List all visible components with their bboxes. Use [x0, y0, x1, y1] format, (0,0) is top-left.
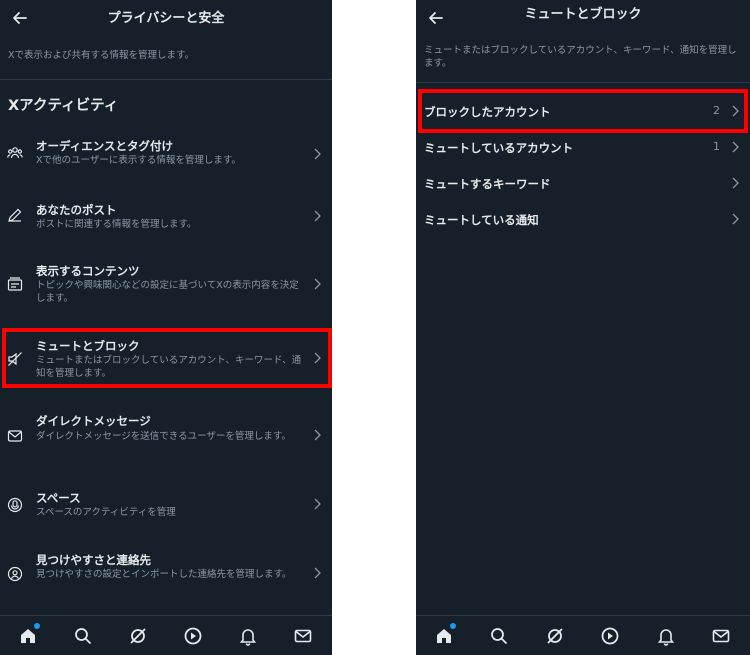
item-title: ミュートとブロック [36, 339, 140, 353]
page-title: プライバシーと安全 [107, 11, 225, 26]
home-icon[interactable] [434, 623, 456, 646]
home-icon[interactable] [18, 623, 40, 646]
bottom-tab-bar [416, 615, 750, 655]
chevron-right-icon [312, 429, 322, 441]
settings-item-spaces[interactable]: スペース スペースのアクティビティを管理 [0, 482, 332, 530]
item-subtitle: Xで他のユーザーに表示する情報を管理します。 [36, 155, 241, 166]
row-title: ブロックしたアカウント [424, 105, 551, 119]
chevron-right-icon [730, 105, 740, 117]
divider [416, 82, 750, 83]
chevron-right-icon [730, 213, 740, 225]
discover-icon [7, 566, 23, 582]
mute-block-screen: ミュートとブロック ミュートまたはブロックしているアカウント、キーワード、通知を… [416, 0, 750, 655]
privacy-safety-screen: プライバシーと安全 Xで表示および共有する情報を管理します。 Xアクティビティ … [0, 0, 332, 655]
divider [0, 79, 332, 80]
header: ミュートとブロック [416, 0, 750, 36]
notification-dot [450, 623, 456, 629]
bell-icon[interactable] [238, 626, 258, 646]
people-icon [7, 145, 23, 161]
grok-icon[interactable] [545, 626, 565, 646]
item-subtitle: ダイレクトメッセージを送信できるユーザーを管理します。 [36, 431, 291, 442]
mail-icon [7, 428, 23, 444]
settings-item-discoverability[interactable]: 見つけやすさと連絡先 見つけやすさの設定とインポートした連絡先を管理します。 [0, 544, 332, 600]
muted-accounts-row[interactable]: ミュートしているアカウント 1 [416, 132, 750, 162]
chevron-right-icon [312, 148, 322, 160]
muted-notifications-row[interactable]: ミュートしている通知 [416, 204, 750, 234]
play-icon[interactable] [600, 626, 620, 646]
row-title: ミュートしている通知 [424, 213, 539, 227]
chevron-right-icon [730, 177, 740, 189]
blocked-accounts-row[interactable]: ブロックしたアカウント 2 [416, 96, 750, 126]
chevron-right-icon [312, 210, 322, 222]
grok-icon[interactable] [128, 626, 148, 646]
muted-keywords-row[interactable]: ミュートするキーワード [416, 168, 750, 198]
item-title: スペース [36, 491, 81, 505]
mail-icon[interactable] [711, 626, 731, 646]
settings-item-your-posts[interactable]: あなたのポスト ポストに関連する情報を管理します。 [0, 194, 332, 244]
item-subtitle: トピックや興味関心などの設定に基づいてXの表示内容を決定します。 [36, 280, 299, 304]
content-icon [7, 276, 23, 292]
chevron-right-icon [312, 567, 322, 579]
header: プライバシーと安全 [0, 0, 332, 36]
mail-icon[interactable] [293, 626, 313, 646]
item-title: オーディエンスとタグ付け [36, 139, 173, 153]
chevron-right-icon [730, 141, 740, 153]
chevron-right-icon [312, 352, 322, 364]
bottom-tab-bar [0, 615, 332, 655]
item-subtitle: ポストに関連する情報を管理します。 [36, 219, 197, 230]
mute-icon [7, 351, 23, 367]
chevron-right-icon [312, 278, 322, 290]
search-icon[interactable] [73, 626, 93, 646]
item-title: 表示するコンテンツ [36, 264, 140, 278]
item-subtitle: ミュートまたはブロックしているアカウント、キーワード、通知を管理します。 [36, 355, 302, 379]
page-description: Xで表示および共有する情報を管理します。 [8, 50, 195, 61]
chevron-right-icon [312, 498, 322, 510]
settings-item-mute-block[interactable]: ミュートとブロック ミュートまたはブロックしているアカウント、キーワード、通知を… [0, 330, 332, 386]
page-title: ミュートとブロック [524, 7, 642, 22]
item-title: あなたのポスト [36, 203, 117, 217]
page-description: ミュートまたはブロックしているアカウント、キーワード、通知を管理します。 [424, 45, 737, 69]
item-subtitle: 見つけやすさの設定とインポートした連絡先を管理します。 [36, 569, 292, 580]
row-count: 2 [713, 104, 720, 117]
section-title: Xアクティビティ [8, 98, 119, 114]
item-subtitle: スペースのアクティビティを管理 [36, 507, 176, 518]
item-title: ダイレクトメッセージ [36, 414, 151, 428]
item-title: 見つけやすさと連絡先 [36, 553, 151, 567]
settings-item-direct-messages[interactable]: ダイレクトメッセージ ダイレクトメッセージを送信できるユーザーを管理します。 [0, 406, 332, 462]
play-icon[interactable] [183, 626, 203, 646]
pencil-icon [7, 207, 23, 223]
spaces-icon [7, 497, 23, 513]
notification-dot [34, 623, 40, 629]
search-icon[interactable] [489, 626, 509, 646]
row-title: ミュートしているアカウント [424, 141, 574, 155]
settings-item-content-you-see[interactable]: 表示するコンテンツ トピックや興味関心などの設定に基づいてXの表示内容を決定しま… [0, 256, 332, 316]
settings-item-audience-tagging[interactable]: オーディエンスとタグ付け Xで他のユーザーに表示する情報を管理します。 [0, 132, 332, 182]
bell-icon[interactable] [656, 626, 676, 646]
row-title: ミュートするキーワード [424, 177, 551, 191]
row-count: 1 [713, 140, 720, 153]
